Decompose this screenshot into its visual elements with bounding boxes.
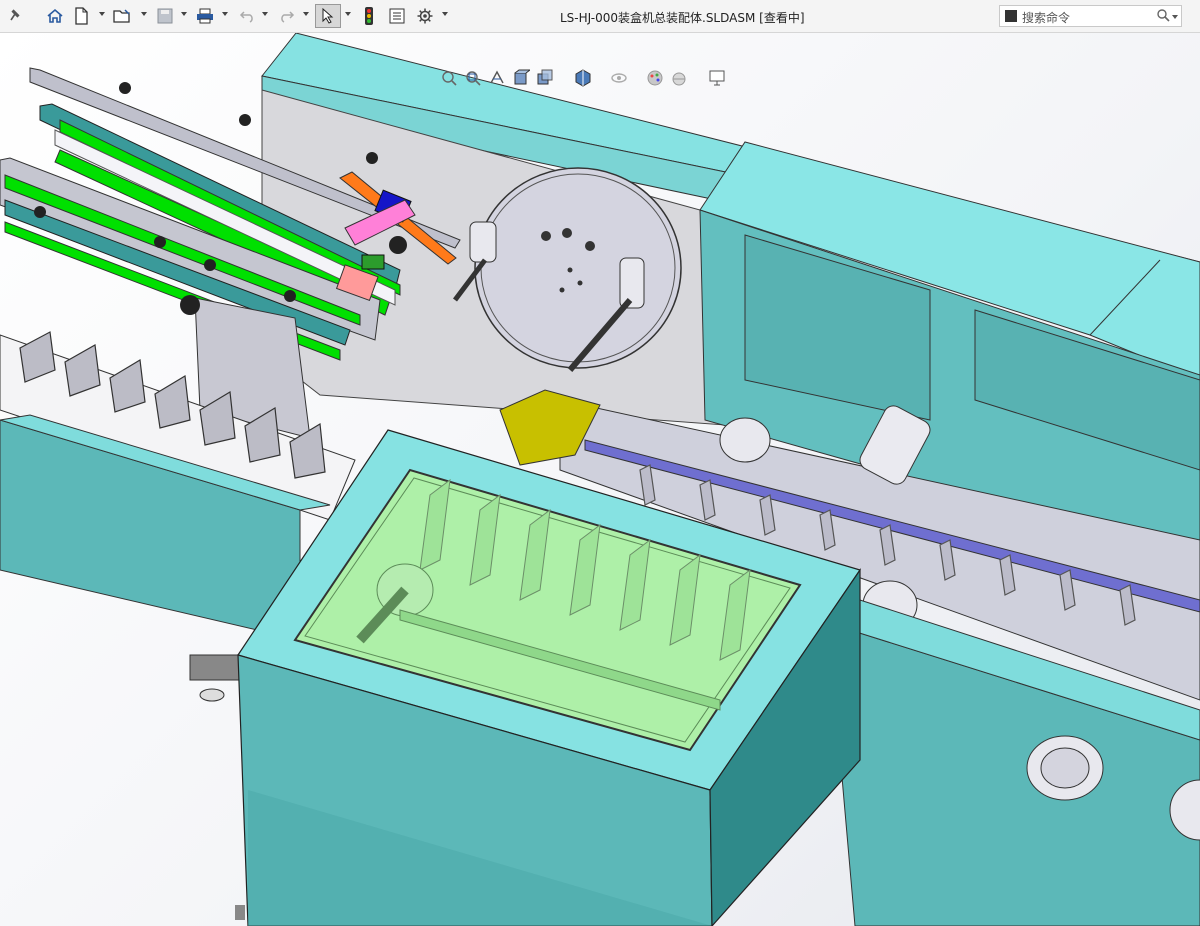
- new-file-icon[interactable]: [70, 4, 92, 28]
- options-dropdown[interactable]: [442, 12, 448, 16]
- hide-show-icon[interactable]: [610, 69, 628, 87]
- handwheel-left: [1026, 735, 1104, 801]
- traffic-light-icon[interactable]: [358, 4, 380, 28]
- undo-dropdown[interactable]: [262, 12, 268, 16]
- open-file-dropdown[interactable]: [141, 12, 147, 16]
- assembly-3d-model: [0, 33, 1200, 926]
- search-icon[interactable]: [1157, 9, 1170, 22]
- select-dropdown[interactable]: [345, 12, 351, 16]
- select-cursor-icon[interactable]: [315, 4, 341, 28]
- display-style-icon[interactable]: [574, 69, 592, 87]
- graphics-viewport[interactable]: [0, 33, 1200, 926]
- view-orientation-icon[interactable]: [536, 69, 554, 87]
- apply-scene-icon[interactable]: [670, 69, 688, 87]
- redo-dropdown[interactable]: [303, 12, 309, 16]
- save-dropdown[interactable]: [181, 12, 187, 16]
- previous-view-icon[interactable]: [488, 69, 506, 87]
- save-icon[interactable]: [154, 4, 176, 28]
- file-properties-icon[interactable]: [386, 4, 408, 28]
- rotary-disc: [474, 167, 682, 369]
- home-icon[interactable]: [44, 4, 66, 28]
- options-gear-icon[interactable]: [414, 4, 436, 28]
- redo-icon[interactable]: [276, 4, 298, 28]
- zoom-to-fit-icon[interactable]: [440, 69, 458, 87]
- search-placeholder: 搜索命令: [1022, 11, 1071, 25]
- command-prompt-icon: [1005, 10, 1017, 22]
- zoom-to-area-icon[interactable]: [464, 69, 482, 87]
- search-commands-input[interactable]: 搜索命令: [999, 5, 1182, 27]
- search-dropdown[interactable]: [1172, 15, 1178, 19]
- document-title: LS-HJ-000装盒机总装配体.SLDASM [查看中]: [560, 11, 805, 25]
- print-dropdown[interactable]: [222, 12, 228, 16]
- command-toolbar: LS-HJ-000装盒机总装配体.SLDASM [查看中] 搜索命令: [0, 0, 1200, 33]
- print-icon[interactable]: [194, 4, 216, 28]
- edit-appearance-icon[interactable]: [646, 69, 664, 87]
- view-settings-icon[interactable]: [708, 69, 726, 87]
- undo-icon[interactable]: [236, 4, 258, 28]
- open-file-icon[interactable]: [112, 4, 134, 28]
- pin-icon[interactable]: [4, 4, 26, 28]
- section-view-icon[interactable]: [512, 69, 530, 87]
- new-file-dropdown[interactable]: [99, 12, 105, 16]
